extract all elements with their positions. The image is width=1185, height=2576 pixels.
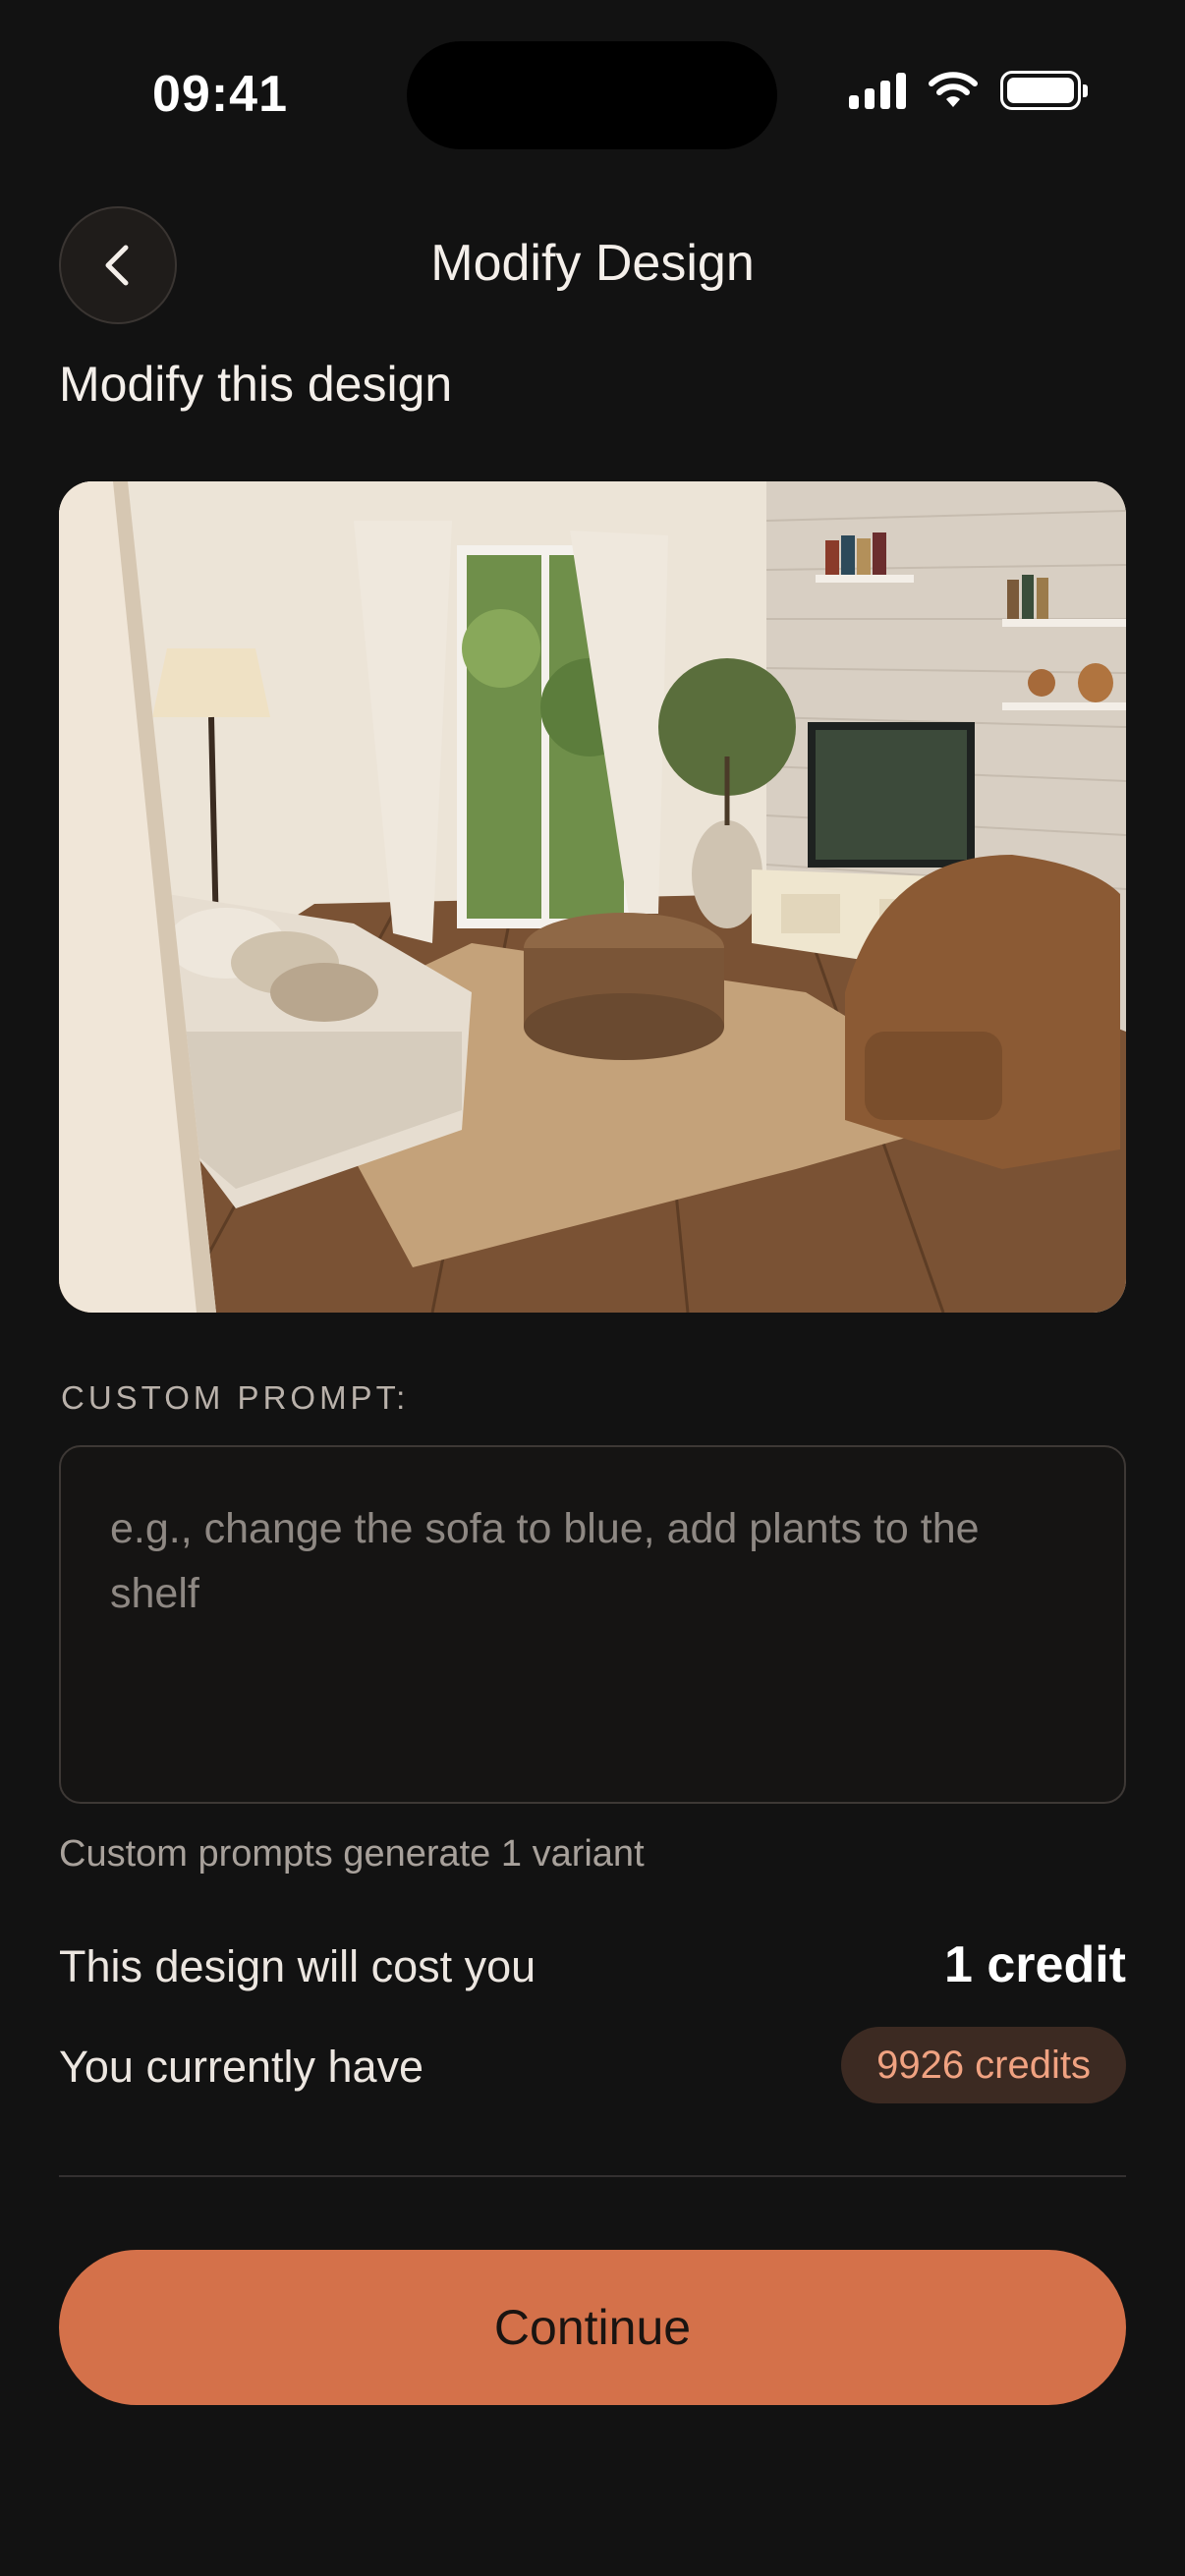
status-bar: 09:41: [0, 0, 1185, 187]
cost-label: This design will cost you: [59, 1941, 536, 1991]
balance-label: You currently have: [59, 2042, 424, 2092]
continue-button[interactable]: Continue: [59, 2250, 1126, 2405]
system-icons: [849, 71, 1088, 110]
status-time: 09:41: [152, 66, 288, 123]
cellular-signal-icon: [849, 72, 906, 109]
page-title: Modify Design: [430, 235, 755, 292]
custom-prompt-input[interactable]: [61, 1447, 1124, 1802]
design-preview-image: [59, 481, 1126, 1313]
wifi-icon: [929, 72, 978, 107]
custom-prompt-field[interactable]: [59, 1445, 1126, 1804]
section-title: Modify this design: [59, 357, 453, 412]
custom-prompt-label: CUSTOM PROMPT:: [61, 1379, 410, 1416]
dynamic-island: [407, 41, 777, 149]
credits-badge: 9926 credits: [841, 2027, 1126, 2103]
battery-icon: [1000, 71, 1088, 110]
cost-value: 1 credit: [944, 1936, 1126, 1993]
divider: [59, 2175, 1126, 2177]
prompt-hint: Custom prompts generate 1 variant: [59, 1833, 645, 1875]
